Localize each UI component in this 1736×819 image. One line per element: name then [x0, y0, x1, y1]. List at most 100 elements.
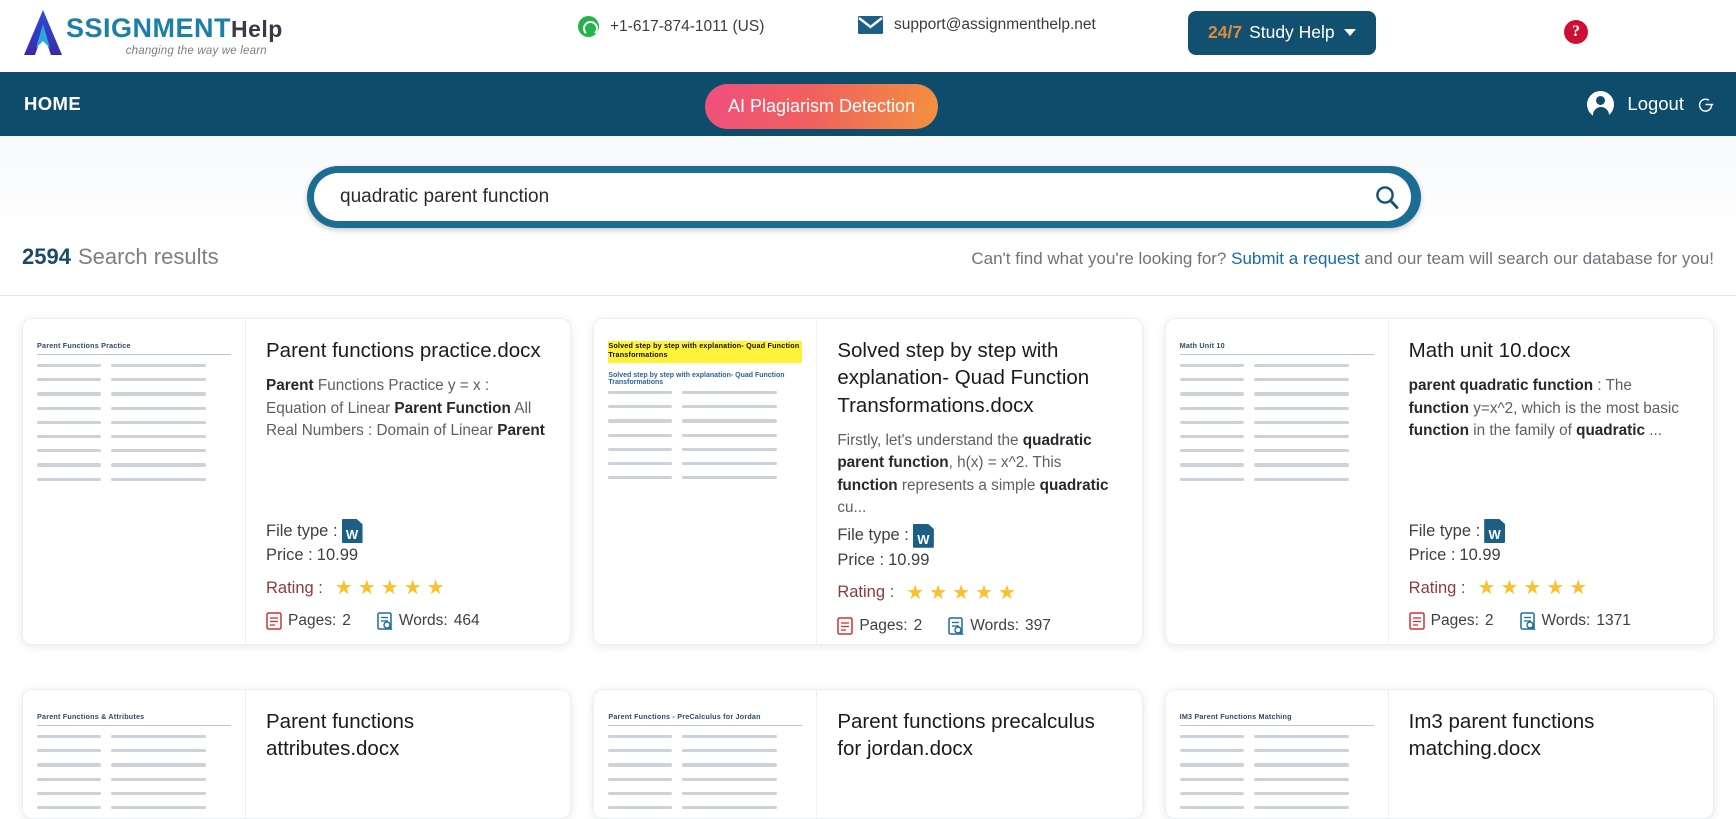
- words-value: 464: [453, 612, 480, 629]
- help-question-icon[interactable]: ?: [1564, 20, 1588, 44]
- ai-plagiarism-detection-button[interactable]: AI Plagiarism Detection: [705, 84, 939, 129]
- result-title[interactable]: Im3 parent functions matching.docx: [1409, 708, 1693, 763]
- thumbnail-text-line: [37, 449, 231, 453]
- thumbnail-text-line: [1179, 477, 1374, 481]
- pages-label: Pages:: [859, 616, 908, 634]
- search-bar: [307, 166, 1421, 228]
- search-result-card[interactable]: Parent Functions & Attributes Parent func…: [22, 689, 572, 819]
- site-logo[interactable]: SSIGNMENTHelp changing the way we learn: [22, 8, 283, 64]
- result-snippet: parent quadratic function : The function…: [1408, 377, 1679, 440]
- results-label: Search results: [77, 244, 219, 269]
- rating-label: Rating :: [266, 578, 323, 597]
- study-help-hours: 24/7: [1208, 22, 1243, 42]
- user-avatar-icon: [1587, 90, 1615, 118]
- file-type-row: File type :W: [266, 519, 550, 543]
- thumbnail-text-line: [1179, 805, 1374, 810]
- search-icon: [1376, 186, 1399, 209]
- file-type-label: File type :: [266, 521, 338, 540]
- thumbnail-text-line: [37, 434, 231, 439]
- thumbnail-text-line: [37, 763, 231, 767]
- result-title[interactable]: Solved step by step with explanation- Qu…: [837, 337, 1121, 419]
- star-icon: ★: [1546, 577, 1565, 599]
- logo-word-assignment: SSIGNMENT: [66, 13, 232, 43]
- price-value: 10.99: [1459, 546, 1501, 564]
- document-thumbnail[interactable]: Math Unit 10: [1165, 319, 1389, 644]
- email-contact[interactable]: support@assignmenthelp.net: [858, 16, 1096, 34]
- thumbnail-text-line: [1179, 406, 1374, 410]
- logout-area[interactable]: Logout: [1587, 72, 1714, 136]
- search-submit-button[interactable]: [1363, 173, 1411, 221]
- thumbnail-text-line: [37, 477, 231, 481]
- star-icon: ★: [975, 581, 993, 604]
- cta-suffix: and our team will search our database fo…: [1359, 249, 1714, 268]
- star-icon: ★: [1500, 577, 1519, 599]
- thumbnail-text-line: [608, 433, 802, 437]
- thumbnail-text-line: [1179, 763, 1374, 767]
- thumbnail-text-line: [1179, 378, 1374, 382]
- card-footer: Pages: 2 Words: 1371: [1408, 612, 1693, 630]
- words-value: 1371: [1596, 612, 1631, 629]
- document-thumbnail[interactable]: Parent Functions Practice: [23, 319, 246, 644]
- search-result-card[interactable]: Parent Functions - PreCalculus for Jorda…: [593, 689, 1143, 819]
- document-thumbnail[interactable]: Solved step by step with explanation- Qu…: [594, 319, 818, 644]
- search-result-card[interactable]: IM3 Parent Functions Matching Im3 parent …: [1164, 689, 1714, 819]
- thumbnail-text-line: [608, 735, 802, 739]
- cta-prefix: Can't find what you're looking for?: [971, 249, 1232, 268]
- search-result-card[interactable]: Math Unit 10 Math unit 10.docx parent quad…: [1164, 318, 1714, 645]
- thumbnail-text-line: [1179, 420, 1374, 424]
- rating-row: Rating : ★ ★ ★ ★ ★: [266, 578, 550, 598]
- star-rating[interactable]: ★ ★ ★ ★ ★: [906, 583, 1016, 603]
- star-icon: ★: [929, 581, 948, 604]
- card-footer: Pages: 2 Words: 464: [266, 612, 550, 630]
- thumbnail-text-line: [608, 763, 802, 767]
- thumbnail-title: Parent Functions Practice: [37, 341, 231, 355]
- file-type-label: File type :: [1408, 521, 1481, 540]
- file-type-row: File type :W: [837, 523, 1121, 548]
- document-thumbnail[interactable]: IM3 Parent Functions Matching: [1165, 690, 1389, 818]
- logout-label: Logout: [1627, 93, 1684, 114]
- star-rating[interactable]: ★ ★ ★ ★ ★: [1478, 578, 1588, 598]
- chevron-down-icon: [1343, 29, 1356, 36]
- star-rating[interactable]: ★ ★ ★ ★ ★: [335, 578, 445, 598]
- thumbnail-text-line: [37, 378, 231, 382]
- results-header: 2594 Search results Can't find what you'…: [0, 244, 1736, 296]
- rating-row: Rating : ★ ★ ★ ★ ★: [1409, 578, 1693, 598]
- thumbnail-text-line: [608, 791, 802, 795]
- results-grid-row-1: Parent Functions Practice Parent function…: [0, 296, 1736, 645]
- thumbnail-title: Solved step by step with explanation- Qu…: [608, 341, 803, 363]
- nav-item-home[interactable]: HOME: [24, 93, 81, 115]
- words-icon: [948, 616, 964, 635]
- result-title[interactable]: Math unit 10.docx: [1409, 337, 1693, 364]
- pages-label: Pages:: [288, 612, 337, 629]
- thumbnail-text-line: [37, 805, 231, 810]
- card-body: Math unit 10.docx parent quadratic functi…: [1389, 319, 1713, 644]
- price-label: Price :: [837, 550, 885, 569]
- document-thumbnail[interactable]: Parent Functions & Attributes: [23, 690, 246, 818]
- thumbnail-text-line: [608, 447, 802, 451]
- submit-request-link[interactable]: Submit a request: [1231, 249, 1360, 268]
- study-help-label: Study Help: [1249, 22, 1335, 42]
- result-title[interactable]: Parent functions practice.docx: [266, 337, 550, 364]
- search-section: [0, 136, 1736, 244]
- pages-info: Pages: 2: [266, 612, 351, 630]
- result-title[interactable]: Parent functions precalculus for jordan.…: [837, 708, 1121, 763]
- phone-contact[interactable]: +1-617-874-1011 (US): [578, 16, 764, 37]
- search-result-card[interactable]: Parent Functions Practice Parent function…: [22, 318, 572, 645]
- result-title[interactable]: Parent functions attributes.docx: [266, 708, 550, 763]
- study-help-button[interactable]: 24/7 Study Help: [1188, 11, 1376, 55]
- search-input[interactable]: [314, 173, 1409, 221]
- card-body: Parent functions attributes.docx: [246, 690, 570, 818]
- whatsapp-icon: [578, 16, 599, 37]
- thumbnail-text-line: [1179, 777, 1374, 781]
- results-count: 2594: [22, 244, 71, 269]
- search-result-card[interactable]: Solved step by step with explanation- Qu…: [593, 318, 1143, 645]
- words-info: Words: 1371: [1519, 612, 1631, 630]
- star-icon: ★: [1523, 577, 1542, 599]
- thumbnail-title: IM3 Parent Functions Matching: [1179, 712, 1374, 726]
- words-value: 397: [1025, 616, 1051, 634]
- card-footer: Pages: 2 Words: 397: [837, 617, 1121, 635]
- thumbnail-text-line: [37, 735, 231, 739]
- document-thumbnail[interactable]: Parent Functions - PreCalculus for Jorda…: [594, 690, 818, 818]
- price-value: 10.99: [316, 546, 359, 564]
- star-icon: ★: [952, 581, 971, 604]
